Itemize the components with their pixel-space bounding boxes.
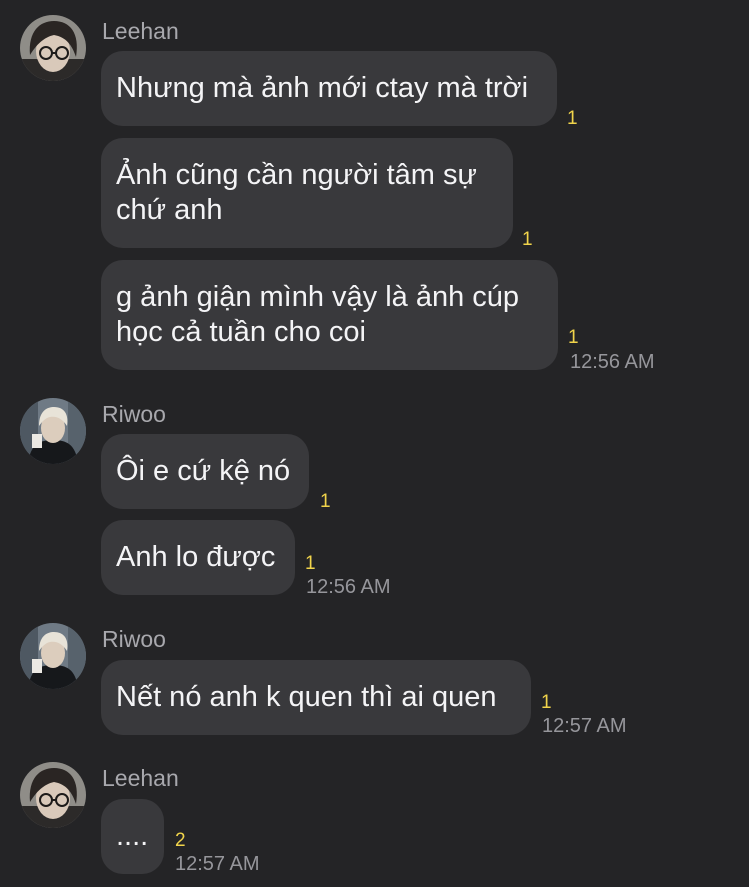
unread-count: 1	[567, 108, 578, 129]
message-text: g ảnh giận mình vậy là ảnh cúp học cả tu…	[116, 281, 520, 348]
message-text: ....	[116, 820, 149, 852]
message-bubble[interactable]: ....	[101, 799, 164, 874]
avatar-riwoo[interactable]	[20, 623, 86, 689]
avatar-riwoo[interactable]	[20, 398, 86, 464]
message-bubble[interactable]: Nết nó anh k quen thì ai quen	[101, 660, 531, 735]
message-timestamp: 12:57 AM	[542, 715, 627, 737]
message-timestamp: 12:57 AM	[175, 853, 260, 875]
sender-name: Riwoo	[102, 401, 166, 427]
message-text: Anh lo được	[116, 541, 276, 573]
message-bubble[interactable]: Ảnh cũng cần người tâm sự chứ anh	[101, 138, 513, 248]
sender-name: Leehan	[102, 765, 179, 791]
avatar-leehan[interactable]	[20, 762, 86, 828]
message-bubble[interactable]: Nhưng mà ảnh mới ctay mà trời	[101, 51, 557, 126]
unread-count: 2	[175, 830, 186, 851]
message-text: Nhưng mà ảnh mới ctay mà trời	[116, 72, 529, 104]
unread-count: 1	[568, 327, 579, 348]
unread-count: 1	[305, 553, 316, 574]
message-timestamp: 12:56 AM	[306, 576, 391, 598]
message-text: Ôi e cứ kệ nó	[116, 455, 291, 487]
sender-name: Leehan	[102, 18, 179, 44]
unread-count: 1	[522, 229, 533, 250]
message-bubble[interactable]: Ôi e cứ kệ nó	[101, 434, 309, 509]
message-text: Nết nó anh k quen thì ai quen	[116, 681, 497, 713]
unread-count: 1	[541, 692, 552, 713]
unread-count: 1	[320, 491, 331, 512]
message-timestamp: 12:56 AM	[570, 351, 655, 373]
message-bubble[interactable]: g ảnh giận mình vậy là ảnh cúp học cả tu…	[101, 260, 558, 370]
message-text: Ảnh cũng cần người tâm sự chứ anh	[116, 159, 477, 226]
sender-name: Riwoo	[102, 626, 166, 652]
message-bubble[interactable]: Anh lo được	[101, 520, 295, 595]
avatar-leehan[interactable]	[20, 15, 86, 81]
